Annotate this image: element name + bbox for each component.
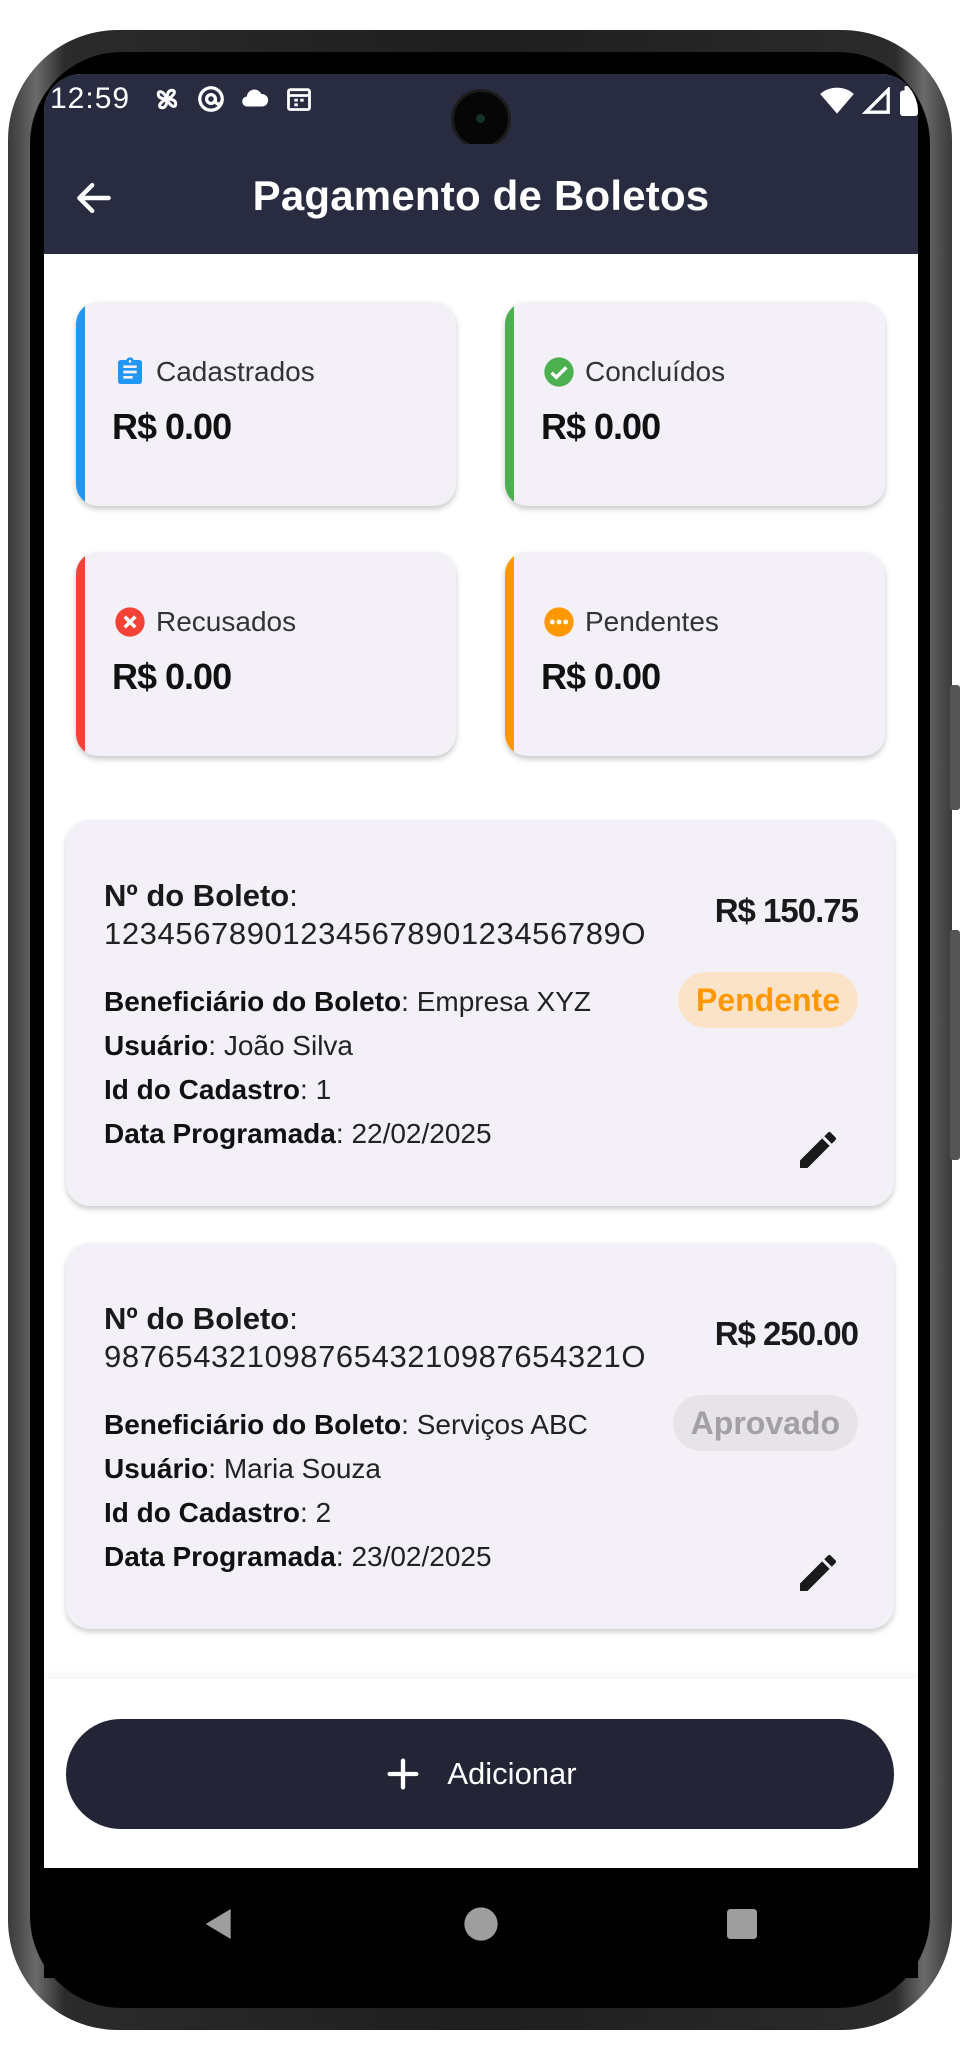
status-bar: 12:59: [44, 74, 918, 146]
boleto-number-label: Nº do Boleto:: [104, 878, 298, 913]
nav-recents-icon[interactable]: [722, 1904, 762, 1944]
summary-card-pendentes: Pendentes R$ 0.00: [505, 552, 885, 756]
edit-icon[interactable]: [794, 1126, 842, 1174]
page-title: Pagamento de Boletos: [252, 172, 710, 219]
boleto-beneficiario: Beneficiário do Boleto: Serviços ABC: [104, 1409, 588, 1440]
app-bar: Pagamento de Boletos: [44, 144, 918, 254]
status-badge: Pendente: [677, 972, 858, 1028]
status-notification-icons: [152, 84, 314, 114]
summary-value: R$ 0.00: [112, 656, 232, 697]
summary-label: Concluídos: [543, 356, 725, 388]
cancel-circle-icon: [114, 606, 146, 638]
boleto-data-programada: Data Programada: 22/02/2025: [104, 1118, 492, 1149]
clipboard-icon: [114, 356, 146, 388]
boleto-id-cadastro: Id do Cadastro: 1: [104, 1074, 332, 1105]
fan-icon: [152, 84, 182, 114]
boleto-beneficiario: Beneficiário do Boleto: Empresa XYZ: [104, 986, 591, 1017]
summary-label: Recusados: [114, 606, 296, 638]
check-circle-icon: [543, 356, 575, 388]
add-button[interactable]: Adicionar: [66, 1719, 894, 1829]
edit-icon[interactable]: [794, 1549, 842, 1597]
boleto-usuario: Usuário: Maria Souza: [104, 1453, 381, 1484]
summary-accent-bar: [505, 552, 514, 756]
boleto-card[interactable]: Nº do Boleto: 12345678901234567890123456…: [66, 820, 894, 1206]
boleto-data-programada: Data Programada: 23/02/2025: [104, 1541, 492, 1572]
summary-label: Cadastrados: [114, 356, 315, 388]
summary-accent-bar: [76, 302, 85, 506]
wifi-icon: [820, 87, 854, 120]
summary-value: R$ 0.00: [112, 406, 232, 447]
summary-card-concluidos: Concluídos R$ 0.00: [505, 302, 885, 506]
boleto-amount: R$ 150.75: [714, 892, 859, 929]
status-system-icons: [820, 85, 918, 121]
boleto-number: 98765432109876543210987654321O: [104, 1339, 647, 1374]
signal-icon: [861, 85, 892, 120]
summary-label-text: Concluídos: [585, 356, 726, 387]
summary-card-recusados: Recusados R$ 0.00: [76, 552, 456, 756]
boleto-usuario: Usuário: João Silva: [104, 1030, 353, 1061]
boleto-amount: R$ 250.00: [714, 1315, 859, 1352]
front-camera: [454, 92, 508, 146]
summary-accent-bar: [76, 552, 85, 756]
summary-label-text: Cadastrados: [156, 356, 315, 387]
boleto-number: 12345678901234567890123456789O: [104, 916, 647, 951]
status-badge: Aprovado: [672, 1395, 858, 1451]
battery-icon: [900, 86, 918, 121]
more-circle-icon: [543, 606, 575, 638]
cloud-icon: [240, 84, 270, 114]
boleto-card[interactable]: Nº do Boleto: 98765432109876543210987654…: [66, 1243, 894, 1629]
summary-card-cadastrados: Cadastrados R$ 0.00: [76, 302, 456, 506]
nav-home-icon[interactable]: [461, 1904, 501, 1944]
system-nav-bar: [44, 1868, 918, 1978]
summary-label: Pendentes: [543, 606, 719, 638]
power-button: [950, 685, 960, 810]
calendar-icon: [284, 84, 314, 114]
nav-back-icon[interactable]: [199, 1904, 239, 1944]
app-screen: 12:59 Pagamento de Boletos Cadastrados R…: [44, 74, 918, 1868]
summary-value: R$ 0.00: [541, 656, 661, 697]
plus-icon: [383, 1754, 423, 1794]
boleto-number-label: Nº do Boleto:: [104, 1301, 298, 1336]
add-button-label: Adicionar: [447, 1756, 577, 1791]
volume-button: [950, 930, 960, 1160]
summary-label-text: Recusados: [156, 606, 297, 637]
summary-value: R$ 0.00: [541, 406, 661, 447]
at-sign-icon: [196, 84, 226, 114]
boleto-id-cadastro: Id do Cadastro: 2: [104, 1497, 332, 1528]
summary-label-text: Pendentes: [585, 606, 719, 637]
summary-accent-bar: [505, 302, 514, 506]
bottom-action-panel: Adicionar: [44, 1679, 918, 1868]
status-time: 12:59: [50, 82, 131, 115]
